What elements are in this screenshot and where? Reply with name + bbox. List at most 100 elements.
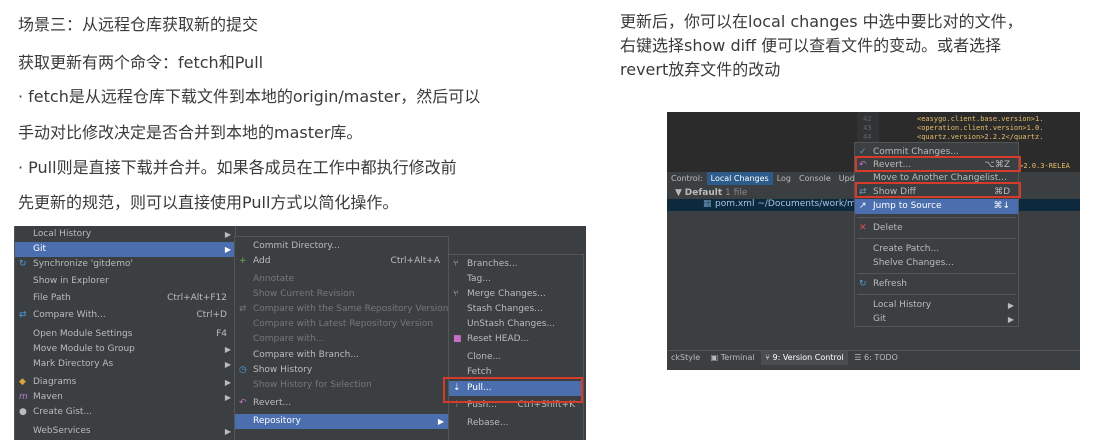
shortcut: ⌘↓	[993, 201, 1010, 211]
menu-item-open-module-settings[interactable]: Open Module Settings F4	[15, 327, 235, 342]
menu-item-local-history[interactable]: Local History ▶	[855, 298, 1018, 313]
menu-item-compare-same-version[interactable]: ⇄ Compare with the Same Repository Versio…	[235, 302, 448, 317]
menu-item-label: Move Module to Group	[33, 344, 135, 354]
menu-item-label: Mark Directory As	[33, 359, 114, 369]
code-line: <easygo.client.base.version>1.	[917, 115, 1044, 123]
menu-item-label: Show in Explorer	[33, 276, 109, 286]
text-line: 获取更新有两个命令：fetch和Pull	[18, 53, 264, 72]
menu-item-create-gist[interactable]: ● Create Gist...	[15, 405, 235, 420]
heading: 场景三：从远程仓库获取新的提交	[18, 15, 259, 34]
tab-todo[interactable]: ☰ 6: TODO	[850, 351, 902, 365]
menu-item-show-in-explorer[interactable]: Show in Explorer	[15, 274, 235, 289]
menu-item-mark-directory[interactable]: Mark Directory As ▶	[15, 357, 235, 372]
menu-item-move-module[interactable]: Move Module to Group ▶	[15, 342, 235, 357]
chevron-right-icon: ▶	[224, 393, 231, 402]
file-name: pom.xml	[715, 199, 755, 209]
menu-item-compare-latest-version[interactable]: Compare with Latest Repository Version	[235, 317, 448, 332]
context-menu: Local History ▶ Git ▶ ↻ Synchronize 'gitdem…	[14, 226, 236, 440]
menu-item-label: Compare with Branch...	[253, 350, 359, 360]
github-icon: ●	[19, 407, 27, 417]
menu-item-delete[interactable]: ✕ Delete	[855, 221, 1018, 236]
menu-item-revert[interactable]: ↶ Revert...	[235, 396, 448, 411]
menu-item-create-patch[interactable]: Create Patch...	[855, 242, 1018, 257]
branch-icon: ⑂	[453, 259, 459, 269]
tab-version-control[interactable]: ⑂ 9: Version Control	[761, 351, 848, 365]
menu-item-shelve-changes[interactable]: Shelve Changes...	[855, 256, 1018, 271]
tab-control[interactable]: Control:	[667, 172, 707, 185]
menu-item-compare-with[interactable]: Compare with...	[235, 332, 448, 347]
jump-icon: ↗	[859, 201, 867, 211]
menu-item-file-path[interactable]: File Path Ctrl+Alt+F12	[15, 291, 235, 306]
menu-item-stash-changes[interactable]: Stash Changes...	[449, 302, 583, 317]
menu-item-diagrams[interactable]: ◆ Diagrams ▶	[15, 375, 235, 390]
menu-item-repository[interactable]: Repository ▶	[235, 414, 448, 429]
chevron-right-icon: ▶	[224, 230, 231, 239]
maven-icon: m	[19, 392, 28, 402]
menu-item-label: Synchronize 'gitdemo'	[33, 259, 133, 269]
menu-item-label: Compare with the Same Repository Version	[253, 304, 449, 314]
menu-item-unstash-changes[interactable]: UnStash Changes...	[449, 317, 583, 332]
chevron-right-icon: ▶	[1007, 315, 1014, 324]
menu-item-add[interactable]: + Add Ctrl+Alt+A	[235, 254, 448, 269]
menu-item-refresh[interactable]: ↻ Refresh	[855, 277, 1018, 292]
menu-item-git[interactable]: Git ▶	[15, 242, 235, 257]
tab-console[interactable]: Console	[795, 172, 835, 185]
menu-item-jump-to-source[interactable]: ↗ Jump to Source ⌘↓	[855, 199, 1018, 214]
menu-item-clone[interactable]: Clone...	[449, 350, 583, 365]
menu-separator	[857, 294, 1016, 295]
menu-item-label: Show History for Selection	[253, 380, 372, 390]
menu-item-label: Show Current Revision	[253, 289, 355, 299]
menu-item-label: Maven	[33, 392, 63, 402]
menu-item-branches[interactable]: ⑂ Branches...	[449, 257, 583, 272]
tab-terminal[interactable]: ▣ Terminal	[707, 351, 759, 365]
highlight-box	[855, 156, 1021, 172]
shortcut: Ctrl+D	[196, 310, 228, 320]
menu-item-show-history-selection[interactable]: Show History for Selection	[235, 378, 448, 393]
chevron-right-icon: ▶	[224, 245, 231, 254]
refresh-icon: ↻	[859, 279, 867, 289]
menu-item-compare-branch[interactable]: Compare with Branch...	[235, 348, 448, 363]
text-line: 右键选择show diff 便可以查看文件的变动。或者选择	[620, 36, 1002, 55]
tab-label: 6: TODO	[863, 353, 898, 362]
git-submenu: Commit Directory... + Add Ctrl+Alt+A Annot…	[234, 236, 449, 440]
menu-item-rebase[interactable]: Rebase...	[449, 416, 583, 431]
tab-log[interactable]: Log	[773, 172, 795, 185]
menu-item-git[interactable]: Git ▶	[855, 312, 1018, 327]
tab-label: Terminal	[720, 353, 755, 362]
menu-item-label: WebServices	[33, 426, 91, 436]
menu-item-commit-directory[interactable]: Commit Directory...	[235, 239, 448, 254]
tab-checkstyle[interactable]: ckStyle	[667, 351, 704, 365]
menu-item-show-current-revision[interactable]: Show Current Revision	[235, 287, 448, 302]
menu-item-label: Git	[873, 314, 887, 324]
highlight-box	[443, 377, 583, 403]
code-line: <operation.client.version>1.0.	[917, 124, 1044, 132]
menu-item-tag[interactable]: Tag...	[449, 272, 583, 287]
menu-item-show-history[interactable]: ◷ Show History	[235, 363, 448, 378]
todo-icon: ☰	[854, 353, 862, 362]
menu-item-label: Commit Directory...	[253, 241, 340, 251]
tab-local-changes[interactable]: Local Changes	[706, 172, 773, 185]
menu-item-webservices[interactable]: WebServices ▶	[15, 424, 235, 439]
menu-separator	[857, 238, 1016, 239]
menu-item-label: Stash Changes...	[467, 304, 543, 314]
menu-item-label: Merge Changes...	[467, 289, 546, 299]
menu-item-annotate[interactable]: Annotate	[235, 272, 448, 287]
menu-item-compare-with[interactable]: ⇄ Compare With... Ctrl+D	[15, 308, 235, 323]
menu-item-label: Repository	[253, 416, 301, 426]
text-line: · Pull则是直接下载并合并。如果各成员在工作中都执行修改前	[18, 158, 457, 177]
menu-item-label: Diagrams	[33, 377, 77, 387]
shortcut: Ctrl+Alt+A	[390, 256, 440, 266]
menu-item-label: Add	[253, 256, 271, 266]
changelist-default[interactable]: ▼ Default 1 file	[675, 188, 747, 198]
line-number: 42	[863, 115, 872, 123]
ide-screenshot-left: Local History ▶ Git ▶ ↻ Synchronize 'gitdem…	[14, 226, 586, 440]
menu-item-reset-head[interactable]: ■ Reset HEAD...	[449, 332, 583, 347]
menu-item-local-history[interactable]: Local History ▶	[15, 227, 235, 242]
plus-icon: +	[239, 256, 247, 266]
expand-icon: ▼	[675, 188, 682, 198]
menu-item-label: Tag...	[467, 274, 491, 284]
menu-item-merge-changes[interactable]: ⑂ Merge Changes...	[449, 287, 583, 302]
chevron-right-icon: ▶	[224, 378, 231, 387]
menu-item-synchronize[interactable]: ↻ Synchronize 'gitdemo'	[15, 257, 235, 272]
menu-item-maven[interactable]: m Maven ▶	[15, 390, 235, 405]
